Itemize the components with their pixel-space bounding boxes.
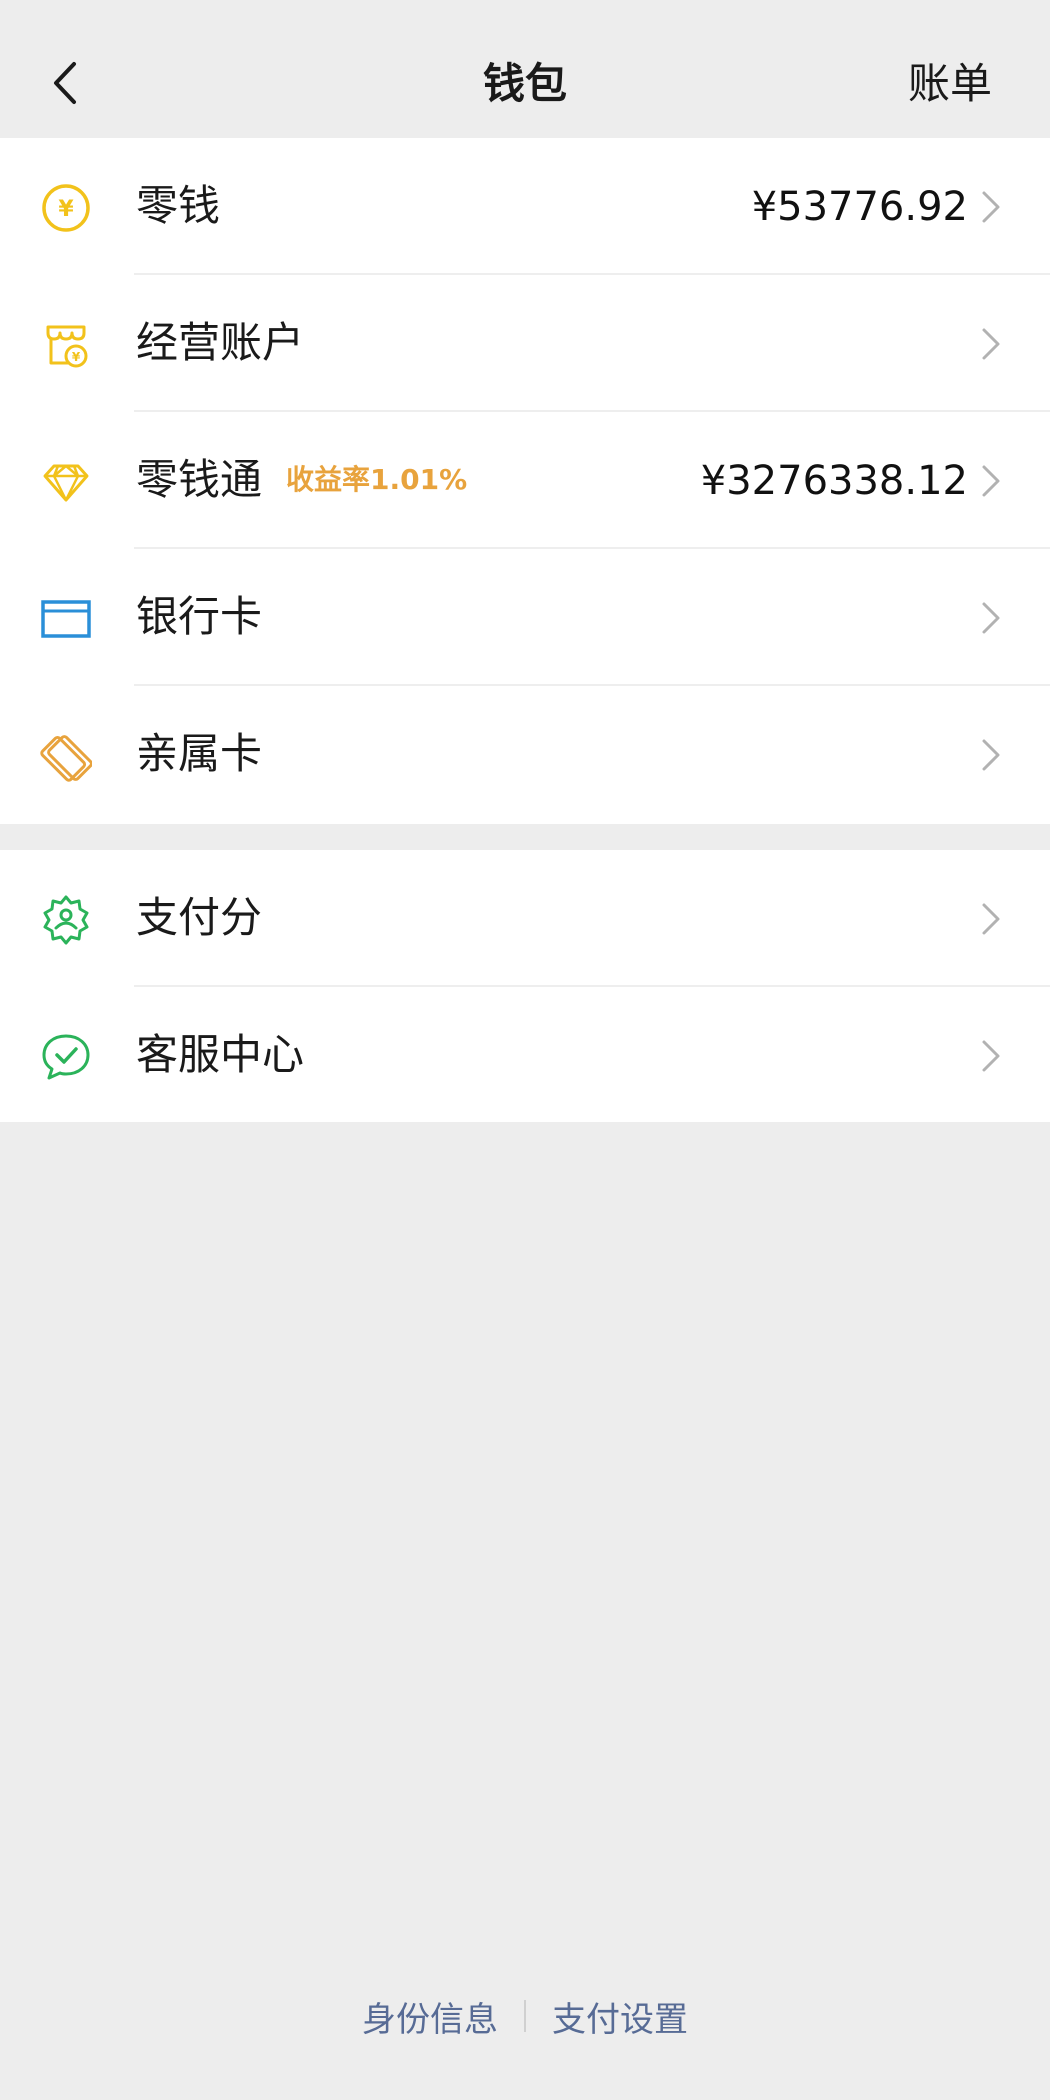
row-pay-score[interactable]: 支付分 — [0, 850, 1050, 987]
row-label: 经营账户 — [136, 318, 305, 367]
diamond-icon — [40, 456, 92, 508]
chevron-right-icon — [980, 902, 1002, 936]
bill-button[interactable]: 账单 — [908, 56, 992, 112]
chevron-right-icon — [980, 464, 1002, 498]
bank-card-icon — [40, 593, 92, 645]
row-customer-service[interactable]: 客服中心 — [0, 987, 1050, 1124]
row-label: 零钱通 — [136, 455, 263, 504]
row-family-card[interactable]: 亲属卡 — [0, 686, 1050, 823]
wallet-group: ¥ 零钱 ¥53776.92 ¥ 经营账户 零钱通 收益率1.01% ¥3276… — [0, 138, 1050, 824]
footer-divider — [524, 2000, 526, 2032]
row-label: 银行卡 — [136, 592, 263, 641]
chevron-right-icon — [980, 190, 1002, 224]
row-label: 客服中心 — [136, 1030, 305, 1079]
identity-info-link[interactable]: 身份信息 — [362, 1992, 498, 2041]
chevron-right-icon — [980, 738, 1002, 772]
customer-service-icon — [40, 1031, 92, 1083]
chevron-right-icon — [980, 327, 1002, 361]
row-business-account[interactable]: ¥ 经营账户 — [0, 275, 1050, 412]
svg-text:¥: ¥ — [72, 350, 81, 364]
row-label: 零钱 — [136, 181, 221, 230]
footer-links: 身份信息 支付设置 — [0, 1992, 1050, 2041]
row-bank-card[interactable]: 银行卡 — [0, 549, 1050, 686]
yen-coin-icon: ¥ — [40, 182, 92, 234]
pay-score-icon — [40, 894, 92, 946]
store-account-icon: ¥ — [40, 319, 92, 371]
row-change[interactable]: ¥ 零钱 ¥53776.92 — [0, 138, 1050, 275]
svg-text:¥: ¥ — [58, 197, 74, 222]
page-title: 钱包 — [482, 59, 567, 108]
yield-rate-badge: 收益率1.01% — [286, 463, 468, 496]
balance-value: ¥3276338.12 — [700, 458, 968, 504]
nav-bar: 钱包 账单 — [0, 0, 1050, 138]
payment-settings-link[interactable]: 支付设置 — [552, 1992, 688, 2041]
family-card-icon — [40, 730, 92, 782]
row-label: 亲属卡 — [136, 729, 263, 778]
services-group: 支付分 客服中心 — [0, 850, 1050, 1122]
row-label: 支付分 — [136, 893, 263, 942]
row-lingqiantong[interactable]: 零钱通 收益率1.01% ¥3276338.12 — [0, 412, 1050, 549]
chevron-right-icon — [980, 1039, 1002, 1073]
balance-value: ¥53776.92 — [751, 184, 968, 230]
chevron-right-icon — [980, 601, 1002, 635]
